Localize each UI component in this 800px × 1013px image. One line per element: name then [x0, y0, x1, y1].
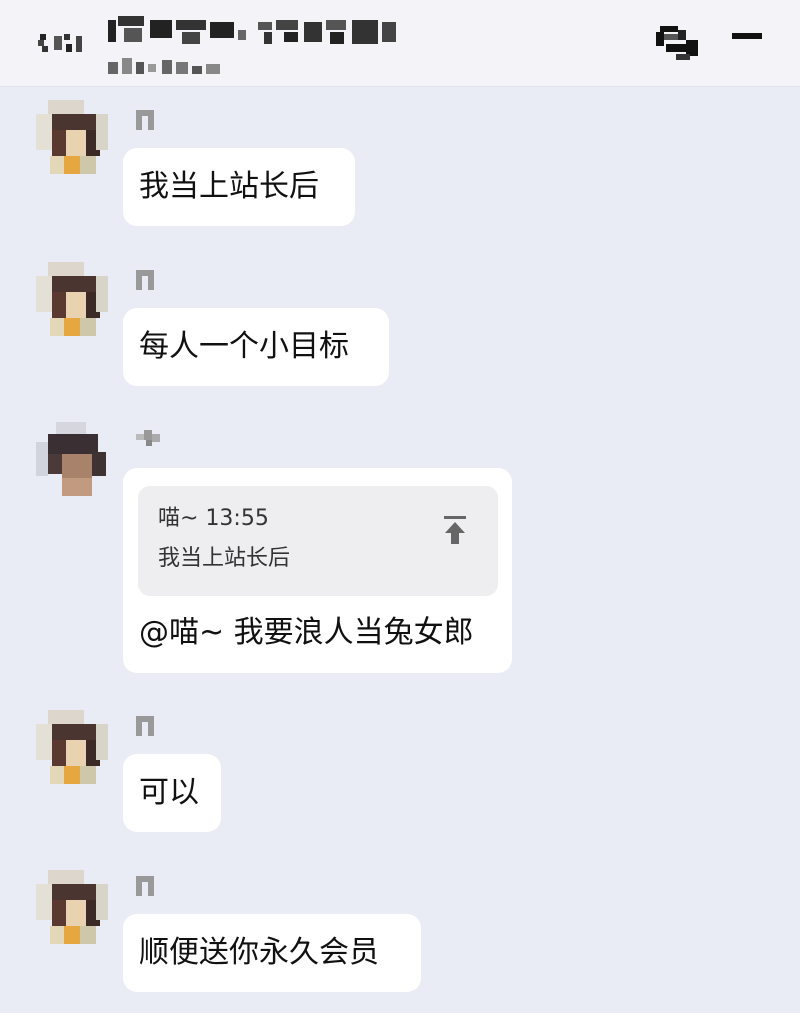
- message-text: 我当上站长后: [139, 169, 319, 204]
- avatar[interactable]: [36, 870, 108, 946]
- chat-icon[interactable]: [652, 22, 704, 62]
- sender-name-pixelated: [136, 110, 154, 130]
- sender-name-pixelated: [136, 716, 154, 736]
- message-bubble[interactable]: 我当上站长后: [123, 148, 355, 226]
- avatar[interactable]: [36, 422, 108, 498]
- quoted-message[interactable]: 喵~ 13:55 我当上站长后: [138, 486, 498, 596]
- scroll-to-quote-icon[interactable]: [442, 514, 468, 546]
- back-icon[interactable]: [36, 26, 90, 58]
- message-text: 顺便送你永久会员: [139, 935, 379, 970]
- avatar[interactable]: [36, 262, 108, 338]
- message-bubble[interactable]: 每人一个小目标: [123, 308, 389, 386]
- message-bubble[interactable]: 可以: [123, 754, 221, 832]
- quoted-author: 喵~ 13:55: [158, 506, 269, 531]
- message-text: 可以: [139, 775, 199, 810]
- chat-subtitle-pixelated: [108, 58, 220, 74]
- chat-title-pixelated: [108, 16, 396, 44]
- sender-name-pixelated: [136, 430, 160, 446]
- chat-header: [0, 0, 800, 87]
- sender-name-pixelated: [136, 876, 154, 896]
- quoted-text: 我当上站长后: [158, 546, 291, 571]
- avatar[interactable]: [36, 710, 108, 786]
- avatar[interactable]: [36, 100, 108, 176]
- menu-icon[interactable]: [732, 30, 762, 42]
- message-text: 每人一个小目标: [139, 329, 349, 364]
- message-bubble[interactable]: 喵~ 13:55 我当上站长后 @喵~ 我要浪人当兔女郎: [123, 468, 512, 673]
- message-bubble[interactable]: 顺便送你永久会员: [123, 914, 421, 992]
- quoted-time: 13:55: [205, 506, 269, 531]
- message-text: @喵~ 我要浪人当兔女郎: [139, 615, 474, 650]
- sender-name-pixelated: [136, 270, 154, 290]
